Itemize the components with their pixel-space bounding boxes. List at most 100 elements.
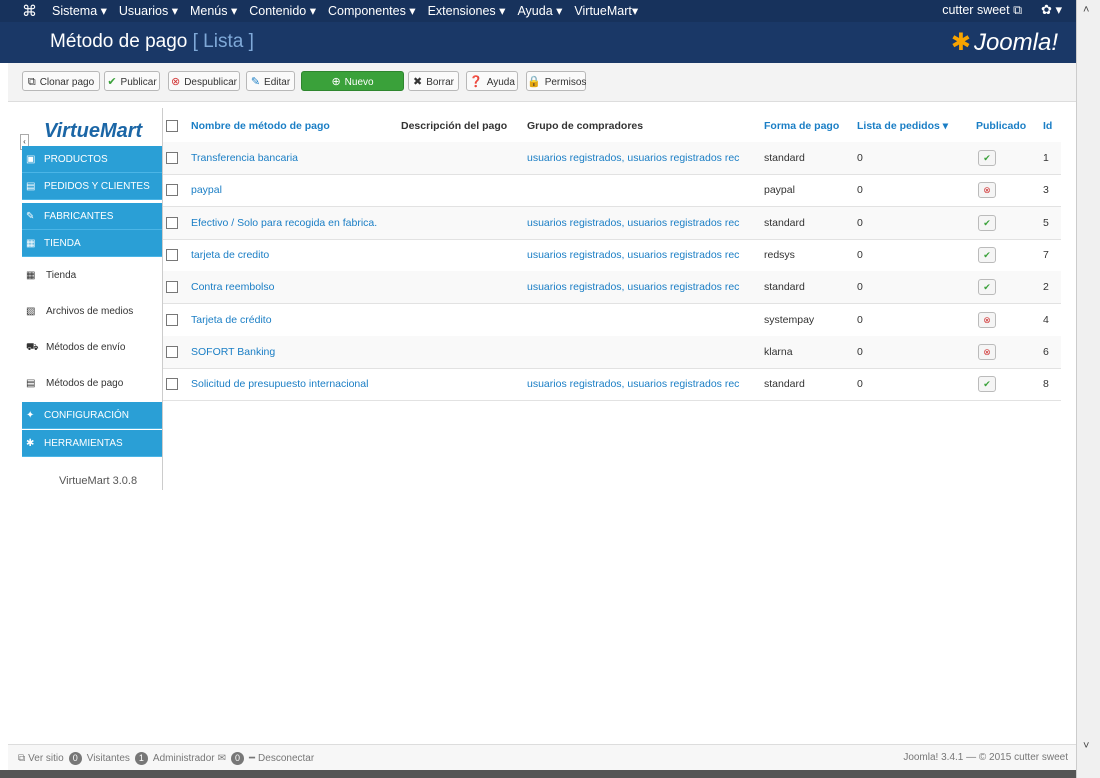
payment-method-name[interactable]: Solicitud de presupuesto internacional bbox=[191, 368, 368, 400]
published-check-icon[interactable]: ✔ bbox=[978, 376, 996, 393]
shopper-group: usuarios registrados, usuarios registrad… bbox=[527, 378, 740, 391]
unpublished-x-icon[interactable]: ⊗ bbox=[978, 311, 996, 328]
logout-link[interactable]: Desconectar bbox=[258, 753, 314, 764]
column-header[interactable]: Forma de pago bbox=[764, 110, 839, 142]
row-checkbox[interactable] bbox=[166, 313, 178, 326]
unpublished-x-icon[interactable]: ⊗ bbox=[978, 182, 996, 199]
table-header: Nombre de método de pago Descripción del … bbox=[163, 110, 1061, 143]
scroll-up-icon[interactable]: ˄ bbox=[1083, 4, 1089, 16]
help-button[interactable]: ❓ Ayuda bbox=[466, 71, 518, 91]
column-header: Descripción del pago bbox=[401, 120, 508, 132]
sidebar-item-herramientas[interactable]: ✱ Herramientas bbox=[22, 430, 162, 457]
unpublished-x-icon[interactable]: ⊗ bbox=[978, 343, 996, 360]
table-row: Contra reembolso usuarios registrados, us… bbox=[163, 271, 1061, 305]
sidebar-item-label: Tienda bbox=[44, 238, 81, 249]
table-row: Tarjeta de crédito systempay 0 ⊗ 4 bbox=[163, 304, 1061, 337]
column-header[interactable]: Publicado bbox=[976, 110, 1026, 142]
column-header[interactable]: Nombre de método de pago bbox=[191, 110, 330, 142]
top-menu-item[interactable]: Sistema ▾ bbox=[52, 3, 107, 18]
payment-element: standard bbox=[764, 281, 805, 294]
toolbar-button-label: Editar bbox=[264, 77, 291, 88]
page-title-text: Método de pago bbox=[50, 31, 188, 52]
footer-copyright: Joomla! 3.4.1 — © 2015 cutter sweet bbox=[903, 752, 1068, 763]
view-site-icon[interactable]: ⧉ bbox=[18, 753, 25, 764]
page-scrollbar[interactable]: ˄ ˅ bbox=[1076, 0, 1100, 778]
toolbar-button-label: Publicar bbox=[120, 77, 157, 88]
row-id: 3 bbox=[1043, 184, 1049, 197]
sidebar-item-métodos-de-pago[interactable]: ▤ Métodos de pago bbox=[22, 366, 162, 402]
box-icon: ▣ bbox=[26, 154, 36, 165]
unpublish-button[interactable]: ⊗ Despublicar bbox=[168, 71, 240, 91]
row-id: 2 bbox=[1043, 281, 1049, 294]
sidebar-item-tienda[interactable]: ▦ Tienda bbox=[22, 258, 162, 294]
edit-button[interactable]: ✎ Editar bbox=[246, 71, 295, 91]
row-checkbox[interactable] bbox=[166, 152, 178, 164]
row-checkbox[interactable] bbox=[166, 216, 178, 229]
shop-icon: ▦ bbox=[26, 270, 36, 281]
top-menu-bar: ⌘ Sistema ▾ Usuarios ▾ Menús ▾ Contenido ▾ C… bbox=[0, 0, 1076, 22]
sidebar-item-métodos-de-envío[interactable]: ⛟ Métodos de envío bbox=[22, 330, 162, 366]
toolbar-button-label: Permisos bbox=[544, 77, 587, 88]
row-checkbox[interactable] bbox=[166, 345, 178, 358]
message-icon[interactable]: ✉ bbox=[218, 753, 226, 764]
payment-element: paypal bbox=[764, 184, 795, 197]
top-menu-item[interactable]: Menús ▾ bbox=[190, 3, 237, 18]
select-all-checkbox[interactable] bbox=[166, 120, 178, 132]
payment-method-name[interactable]: Transferencia bancaria bbox=[191, 142, 298, 174]
delete-icon: ✖ bbox=[412, 76, 423, 88]
column-header[interactable]: Lista de pedidos ▾ bbox=[857, 110, 948, 142]
config-icon: ✦ bbox=[26, 410, 35, 421]
ordering: 0 bbox=[857, 248, 863, 261]
published-check-icon[interactable]: ✔ bbox=[978, 214, 996, 231]
sidebar-item-fabricantes[interactable]: ✎ Fabricantes bbox=[22, 203, 162, 230]
row-id: 4 bbox=[1043, 313, 1049, 326]
top-menu-item[interactable]: Componentes ▾ bbox=[328, 3, 416, 18]
check-icon: ✔ bbox=[107, 76, 117, 88]
user-menu[interactable]: cutter sweet ⧉ bbox=[942, 3, 1022, 18]
permissions-button[interactable]: 🔒 Permisos bbox=[526, 71, 586, 91]
payment-element: klarna bbox=[764, 345, 793, 358]
row-checkbox[interactable] bbox=[166, 378, 178, 391]
new-button[interactable]: ⊕ Nuevo bbox=[301, 71, 404, 91]
top-menu-item[interactable]: Extensiones ▾ bbox=[428, 3, 506, 18]
payment-method-name[interactable]: paypal bbox=[191, 174, 222, 206]
sidebar-item-archivos-de-medios[interactable]: ▧ Archivos de medios bbox=[22, 294, 162, 330]
top-menu-item[interactable]: Usuarios ▾ bbox=[119, 3, 178, 18]
table-row: paypal paypal 0 ⊗ 3 bbox=[163, 174, 1061, 208]
column-header[interactable]: Id bbox=[1043, 110, 1052, 142]
sidebar-item-tienda[interactable]: ▦ Tienda bbox=[22, 230, 162, 257]
payment-method-name[interactable]: SOFORT Banking bbox=[191, 336, 275, 368]
top-menu-item[interactable]: VirtueMart▾ bbox=[574, 3, 638, 18]
payment-element: systempay bbox=[764, 313, 815, 326]
row-checkbox[interactable] bbox=[166, 248, 178, 261]
payment-method-name[interactable]: tarjeta de credito bbox=[191, 239, 269, 271]
publish-button[interactable]: ✔ Publicar bbox=[104, 71, 160, 91]
help-icon: ❓ bbox=[469, 76, 483, 88]
joomla-icon[interactable]: ⌘ bbox=[22, 2, 37, 20]
row-id: 1 bbox=[1043, 152, 1049, 164]
published-check-icon[interactable]: ✔ bbox=[978, 150, 996, 166]
row-checkbox[interactable] bbox=[166, 281, 178, 294]
clone-button[interactable]: ⧉ Clonar pago bbox=[22, 71, 100, 91]
view-site-link[interactable]: Ver sitio bbox=[28, 753, 64, 764]
top-menu-item[interactable]: Contenido ▾ bbox=[249, 3, 316, 18]
sidebar-item-configuración[interactable]: ✦ Configuración bbox=[22, 402, 162, 429]
row-checkbox[interactable] bbox=[166, 184, 178, 197]
row-id: 5 bbox=[1043, 216, 1049, 229]
top-menu-item[interactable]: Ayuda ▾ bbox=[517, 3, 562, 18]
sidebar-item-productos[interactable]: ▣ Productos bbox=[22, 146, 162, 173]
sidebar-item-label: Métodos de envío bbox=[46, 342, 126, 353]
gear-icon[interactable]: ✿ ▾ bbox=[1041, 2, 1062, 18]
payment-method-name[interactable]: Efectivo / Solo para recogida en fabrica… bbox=[191, 207, 377, 239]
sidebar-item-pedidos-y-clientes[interactable]: ▤ Pedidos y Clientes bbox=[22, 173, 162, 200]
shopper-group: usuarios registrados, usuarios registrad… bbox=[527, 152, 740, 164]
published-check-icon[interactable]: ✔ bbox=[978, 279, 996, 296]
logout-icon[interactable]: ━ bbox=[249, 753, 255, 764]
payment-method-name[interactable]: Tarjeta de crédito bbox=[191, 304, 272, 336]
toolbar: ⧉ Clonar pago ✔ Publicar ⊗ Despublicar ✎ Editar… bbox=[8, 63, 1076, 102]
page-title: Método de pago [ Lista ] bbox=[50, 31, 254, 53]
scroll-down-icon[interactable]: ˅ bbox=[1083, 740, 1089, 752]
published-check-icon[interactable]: ✔ bbox=[978, 246, 996, 263]
delete-button[interactable]: ✖ Borrar bbox=[408, 71, 459, 91]
payment-method-name[interactable]: Contra reembolso bbox=[191, 271, 274, 303]
